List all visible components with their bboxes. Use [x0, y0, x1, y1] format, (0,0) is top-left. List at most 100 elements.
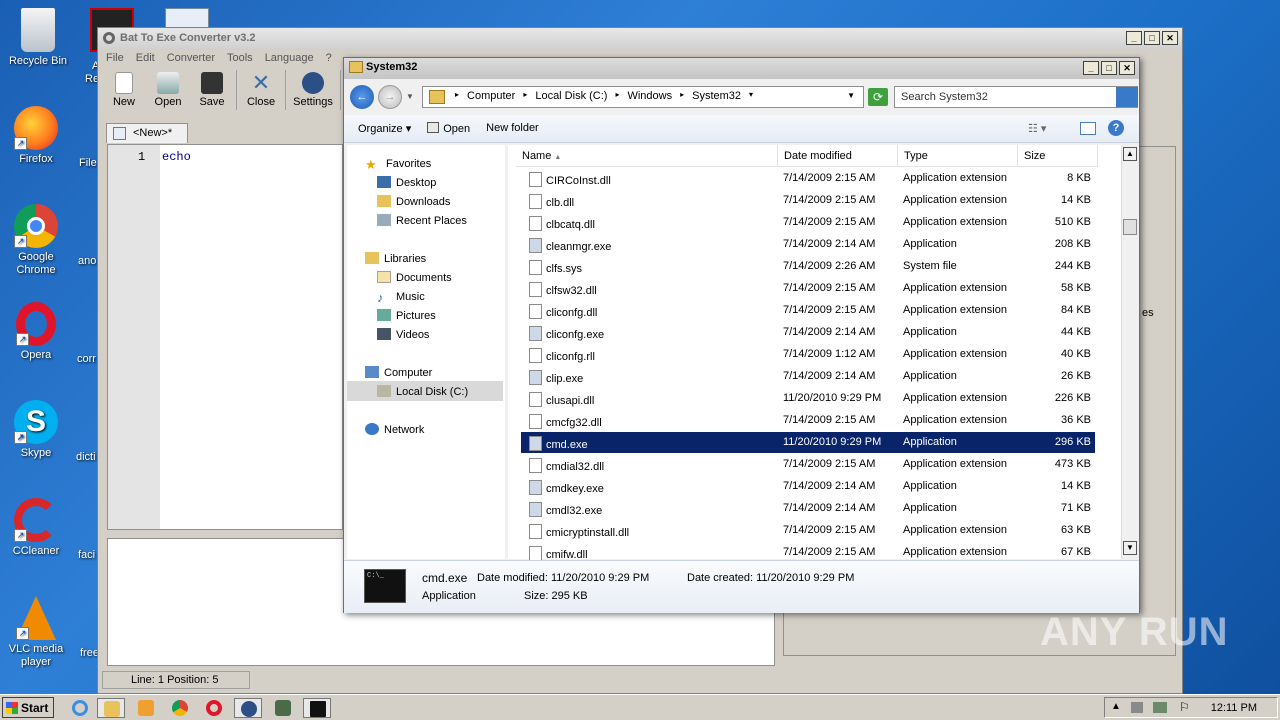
- code-editor[interactable]: 1 echo: [107, 144, 343, 530]
- menu-file[interactable]: File: [106, 52, 124, 68]
- refresh-button[interactable]: ⟳: [868, 88, 888, 106]
- desktop-icon-skype[interactable]: S ↗ Skype: [0, 400, 74, 460]
- scroll-up-arrow-icon[interactable]: ▲: [1123, 147, 1137, 161]
- open-button[interactable]: Open: [427, 122, 470, 142]
- desktop-icon-label: Firefox: [19, 153, 53, 165]
- nav-libraries[interactable]: Libraries: [365, 252, 426, 265]
- breadcrumb-windows[interactable]: Windows: [627, 90, 672, 107]
- bat-window-titlebar[interactable]: Bat To Exe Converter v3.2 _ □ ✕: [98, 28, 1182, 50]
- clock[interactable]: 12:11 PM: [1211, 702, 1257, 714]
- view-options-icon[interactable]: ☷ ▾: [1028, 122, 1046, 135]
- nav-desktop[interactable]: Desktop: [377, 176, 436, 189]
- nav-downloads[interactable]: Downloads: [377, 195, 450, 208]
- search-icon[interactable]: [1116, 87, 1138, 107]
- taskbar-opera[interactable]: [200, 698, 228, 718]
- nav-videos[interactable]: Videos: [377, 328, 429, 341]
- minimize-button[interactable]: _: [1083, 61, 1099, 75]
- file-row[interactable]: cliconfg.exe 7/14/2009 2:14 AM Application…: [521, 322, 1095, 343]
- menu-tools[interactable]: Tools: [227, 52, 253, 68]
- file-row[interactable]: cmcfg32.dll 7/14/2009 2:15 AM Application …: [521, 410, 1095, 431]
- menu-converter[interactable]: Converter: [167, 52, 215, 68]
- breadcrumb-local-disk[interactable]: Local Disk (C:): [535, 90, 607, 107]
- close-file-button[interactable]: ✕ Close: [239, 70, 283, 114]
- file-row[interactable]: cmicryptinstall.dll 7/14/2009 2:15 AM Appl…: [521, 520, 1095, 541]
- file-row[interactable]: clfs.sys 7/14/2009 2:26 AM System file 244 …: [521, 256, 1095, 277]
- nav-recent-places[interactable]: Recent Places: [377, 214, 467, 227]
- desktop-icon-chrome[interactable]: ↗ Google Chrome: [0, 204, 74, 277]
- address-dropdown-icon[interactable]: ▼: [847, 91, 855, 100]
- file-row[interactable]: clb.dll 7/14/2009 2:15 AM Application exte…: [521, 190, 1095, 211]
- nav-music[interactable]: ♪ Music: [377, 290, 425, 305]
- preview-pane-icon[interactable]: [1080, 122, 1096, 135]
- file-row[interactable]: cmdial32.dll 7/14/2009 2:15 AM Application…: [521, 454, 1095, 475]
- desktop-icon-vlc[interactable]: ↗ VLC media player: [0, 596, 74, 669]
- file-row[interactable]: clusapi.dll 11/20/2010 9:29 PM Application…: [521, 388, 1095, 409]
- maximize-button[interactable]: □: [1144, 31, 1160, 45]
- nav-local-disk[interactable]: Local Disk (C:): [377, 385, 468, 398]
- menu-language[interactable]: Language: [265, 52, 314, 68]
- new-folder-button[interactable]: New folder: [486, 122, 539, 142]
- file-row[interactable]: cmdkey.exe 7/14/2009 2:14 AM Application 14…: [521, 476, 1095, 497]
- settings-button[interactable]: Settings: [288, 70, 338, 114]
- vertical-scrollbar[interactable]: ▲ ▼: [1121, 145, 1138, 559]
- menu-help[interactable]: ?: [326, 52, 332, 68]
- nav-network[interactable]: Network: [365, 423, 424, 436]
- file-row[interactable]: CIRCoInst.dll 7/14/2009 2:15 AM Applicatio…: [521, 168, 1095, 189]
- nav-pictures[interactable]: Pictures: [377, 309, 436, 322]
- file-size: 58 KB: [1061, 282, 1091, 294]
- scroll-down-arrow-icon[interactable]: ▼: [1123, 541, 1137, 555]
- help-icon[interactable]: ?: [1108, 120, 1124, 136]
- column-header-type[interactable]: Type: [898, 145, 1018, 167]
- tray-battery-icon[interactable]: [1153, 702, 1167, 713]
- file-row[interactable]: cliconfg.rll 7/14/2009 1:12 AM Application…: [521, 344, 1095, 365]
- close-button[interactable]: ✕: [1119, 61, 1135, 75]
- address-bar[interactable]: ▸ Computer ▸ Local Disk (C:) ▸ Windows ▸…: [422, 86, 864, 108]
- history-dropdown-icon[interactable]: ▼: [406, 92, 414, 101]
- nav-favorites[interactable]: ★ Favorites: [365, 157, 431, 172]
- file-row[interactable]: clip.exe 7/14/2009 2:14 AM Application 26 K…: [521, 366, 1095, 387]
- forward-button[interactable]: →: [378, 85, 402, 109]
- file-row[interactable]: cmd.exe 11/20/2010 9:29 PM Application 296 …: [521, 432, 1095, 453]
- file-row[interactable]: clbcatq.dll 7/14/2009 2:15 AM Application …: [521, 212, 1095, 233]
- taskbar-media-player[interactable]: [132, 698, 160, 718]
- tray-network-icon[interactable]: [1131, 702, 1143, 713]
- desktop-icon-recycle-bin[interactable]: Recycle Bin: [0, 8, 76, 68]
- column-header-date[interactable]: Date modified: [778, 145, 898, 167]
- maximize-button[interactable]: □: [1101, 61, 1117, 75]
- taskbar-explorer[interactable]: [97, 698, 125, 718]
- desktop-icon-ccleaner[interactable]: ↗ CCleaner: [0, 498, 74, 558]
- file-type: Application: [903, 436, 957, 448]
- open-button[interactable]: Open: [146, 70, 190, 114]
- new-button[interactable]: New: [102, 70, 146, 114]
- file-row[interactable]: cliconfg.dll 7/14/2009 2:15 AM Application…: [521, 300, 1095, 321]
- search-input[interactable]: Search System32: [894, 86, 1138, 108]
- breadcrumb-system32[interactable]: System32: [692, 90, 741, 107]
- column-header-name[interactable]: Name ▲: [516, 145, 778, 167]
- back-button[interactable]: ←: [350, 85, 374, 109]
- taskbar-app[interactable]: [269, 698, 297, 718]
- tray-flag-icon[interactable]: ⚐: [1179, 700, 1190, 714]
- nav-documents[interactable]: Documents: [377, 271, 452, 284]
- breadcrumb-computer[interactable]: Computer: [467, 90, 515, 107]
- taskbar-cmd[interactable]: [303, 698, 331, 718]
- taskbar-ie[interactable]: [66, 698, 94, 718]
- desktop-icon-firefox[interactable]: ↗ Firefox: [0, 106, 74, 166]
- file-row[interactable]: cmdl32.exe 7/14/2009 2:14 AM Application 71…: [521, 498, 1095, 519]
- tab-new[interactable]: <New>*: [106, 123, 188, 143]
- tray-expand-icon[interactable]: ▲: [1111, 701, 1121, 712]
- nav-computer[interactable]: Computer: [365, 366, 432, 379]
- organize-button[interactable]: Organize ▾: [358, 122, 411, 142]
- taskbar-bat-to-exe[interactable]: [234, 698, 262, 718]
- explorer-titlebar[interactable]: System32 _ □ ✕: [344, 58, 1139, 79]
- scroll-thumb[interactable]: [1123, 219, 1137, 235]
- file-row[interactable]: cleanmgr.exe 7/14/2009 2:14 AM Application…: [521, 234, 1095, 255]
- column-header-size[interactable]: Size: [1018, 145, 1098, 167]
- desktop-icon-opera[interactable]: ↗ Opera: [0, 302, 74, 362]
- start-button[interactable]: Start: [2, 697, 54, 718]
- minimize-button[interactable]: _: [1126, 31, 1142, 45]
- menu-edit[interactable]: Edit: [136, 52, 155, 68]
- save-button[interactable]: Save: [190, 70, 234, 114]
- file-row[interactable]: clfsw32.dll 7/14/2009 2:15 AM Application …: [521, 278, 1095, 299]
- close-button[interactable]: ✕: [1162, 31, 1178, 45]
- taskbar-chrome[interactable]: [166, 698, 194, 718]
